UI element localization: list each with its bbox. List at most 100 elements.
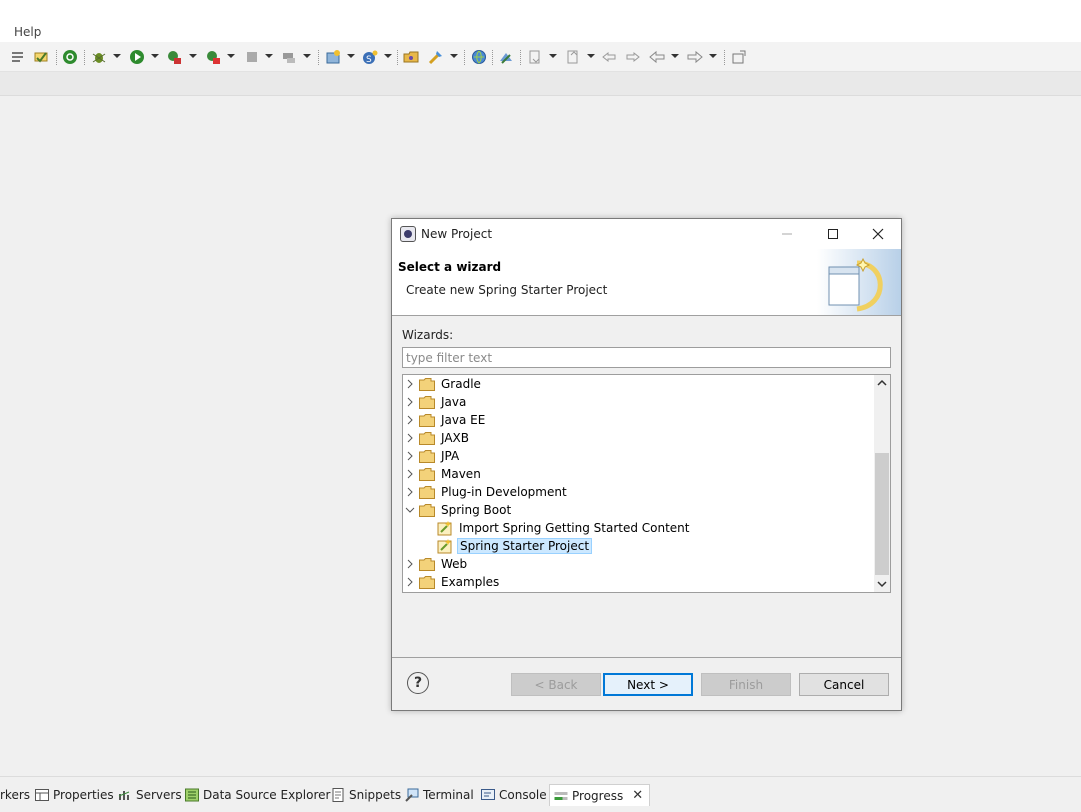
- tree-item-jpa[interactable]: JPA: [403, 447, 461, 465]
- run-dropdown-icon[interactable]: [151, 54, 159, 58]
- chevron-right-icon[interactable]: [403, 465, 417, 483]
- tree-item-examples[interactable]: Examples: [403, 573, 501, 591]
- tab-servers[interactable]: Servers: [118, 784, 182, 806]
- debug-icon[interactable]: [91, 49, 107, 65]
- servers-icon: [118, 791, 130, 800]
- folder-icon: [419, 413, 435, 427]
- pin-editor-icon[interactable]: [731, 49, 747, 65]
- tab-console[interactable]: Console: [481, 784, 547, 806]
- close-tab-icon[interactable]: ✕: [632, 788, 643, 803]
- previous-annotation-dropdown-icon: [587, 54, 595, 58]
- previous-annotation-icon: [565, 49, 581, 65]
- tree-item-label: Import Spring Getting Started Content: [459, 521, 690, 535]
- views-tab-bar: rkers Properties Servers Data Source Exp…: [0, 776, 1081, 812]
- minimize-button[interactable]: [764, 219, 810, 249]
- chevron-right-icon[interactable]: [403, 573, 417, 591]
- open-type-icon[interactable]: [403, 49, 419, 65]
- finish-button[interactable]: Finish: [701, 673, 791, 696]
- search-dropdown-icon[interactable]: [450, 54, 458, 58]
- new-wizard-banner-icon: [817, 249, 901, 315]
- tab-properties[interactable]: Properties: [35, 784, 114, 806]
- maximize-button[interactable]: [810, 219, 856, 249]
- chevron-down-icon[interactable]: [403, 501, 417, 519]
- properties-icon: [35, 789, 49, 801]
- external-tools-dropdown-icon[interactable]: [227, 54, 235, 58]
- coverage-icon[interactable]: [166, 49, 182, 65]
- spring-boot-icon[interactable]: [62, 49, 78, 65]
- new-server-dropdown-icon[interactable]: [347, 54, 355, 58]
- tab-terminal[interactable]: Terminal: [405, 784, 474, 806]
- back-button[interactable]: < Back: [511, 673, 601, 696]
- chevron-right-icon[interactable]: [403, 411, 417, 429]
- toggle-list-icon[interactable]: [10, 49, 26, 65]
- maximize-icon: [828, 229, 838, 239]
- back-icon: [649, 49, 665, 65]
- chevron-right-icon[interactable]: [403, 447, 417, 465]
- tree-item-spring-boot[interactable]: Spring Boot: [403, 501, 513, 519]
- menu-help[interactable]: Help: [14, 25, 41, 39]
- tree-item-java[interactable]: Java: [403, 393, 468, 411]
- coverage-dropdown-icon[interactable]: [189, 54, 197, 58]
- progress-icon: [554, 791, 568, 800]
- tree-item-maven[interactable]: Maven: [403, 465, 483, 483]
- wizard-tree[interactable]: Gradle Java Java EE JAXB JPA Maven Plug-…: [402, 374, 891, 593]
- tree-item-java-ee[interactable]: Java EE: [403, 411, 487, 429]
- tree-item-label: Gradle: [441, 377, 481, 391]
- chevron-right-icon[interactable]: [403, 483, 417, 501]
- tree-item-web[interactable]: Web: [403, 555, 469, 573]
- header-description: Create new Spring Starter Project: [406, 283, 608, 297]
- chevron-right-icon[interactable]: [403, 393, 417, 411]
- tree-item-label: Java EE: [441, 413, 486, 427]
- run-icon[interactable]: [129, 49, 145, 65]
- perspective-bar: [0, 72, 1081, 96]
- tree-item-plugin-development[interactable]: Plug-in Development: [403, 483, 569, 501]
- tab-label: Progress: [572, 788, 624, 803]
- tree-item-spring-starter-project[interactable]: Spring Starter Project: [437, 537, 593, 555]
- folder-icon: [419, 485, 435, 499]
- task-icon[interactable]: [498, 49, 514, 65]
- last-edit-back-icon: [601, 49, 617, 65]
- dialog-titlebar[interactable]: New Project: [392, 219, 901, 249]
- server-icon: [281, 49, 297, 65]
- wizards-label: Wizards:: [402, 328, 454, 342]
- debug-dropdown-icon[interactable]: [113, 54, 121, 58]
- search-icon[interactable]: [428, 49, 444, 65]
- globe-icon[interactable]: [471, 49, 487, 65]
- button-bar-divider: [392, 657, 901, 658]
- eclipse-icon: [400, 226, 416, 242]
- snippets-icon: [332, 788, 344, 802]
- chevron-right-icon[interactable]: [403, 375, 417, 393]
- toggle-mark-icon[interactable]: [33, 49, 49, 65]
- scroll-down-arrow-icon[interactable]: [874, 576, 890, 592]
- new-class-icon[interactable]: S: [362, 49, 378, 65]
- external-tools-icon[interactable]: [205, 49, 221, 65]
- close-button[interactable]: [855, 219, 901, 249]
- chevron-right-icon[interactable]: [403, 555, 417, 573]
- tab-markers[interactable]: rkers: [0, 784, 30, 806]
- tab-label: rkers: [0, 788, 31, 802]
- new-class-dropdown-icon[interactable]: [384, 54, 392, 58]
- tab-data-source-explorer[interactable]: Data Source Explorer: [185, 784, 330, 806]
- scroll-up-arrow-icon[interactable]: [874, 375, 890, 391]
- tree-item-label: Web: [441, 557, 468, 571]
- tree-item-gradle[interactable]: Gradle: [403, 375, 483, 393]
- tab-label: Console: [499, 788, 547, 802]
- tree-item-import-spring-getting-started[interactable]: Import Spring Getting Started Content: [437, 519, 692, 537]
- tree-item-jaxb[interactable]: JAXB: [403, 429, 471, 447]
- next-button[interactable]: Next >: [603, 673, 693, 696]
- tab-progress[interactable]: Progress ✕: [549, 784, 651, 806]
- cancel-button[interactable]: Cancel: [799, 673, 889, 696]
- new-server-icon[interactable]: [325, 49, 341, 65]
- folder-icon: [419, 449, 435, 463]
- scrollbar-thumb[interactable]: [875, 453, 889, 575]
- tree-scrollbar[interactable]: [874, 375, 890, 592]
- help-icon[interactable]: ?: [407, 672, 429, 694]
- dialog-title: New Project: [421, 227, 493, 241]
- spring-wizard-icon: [437, 539, 452, 554]
- folder-icon: [419, 431, 435, 445]
- folder-icon: [419, 377, 435, 391]
- chevron-right-icon[interactable]: [403, 429, 417, 447]
- tab-snippets[interactable]: Snippets: [331, 784, 401, 806]
- folder-open-icon: [419, 503, 435, 517]
- filter-input[interactable]: [402, 347, 891, 368]
